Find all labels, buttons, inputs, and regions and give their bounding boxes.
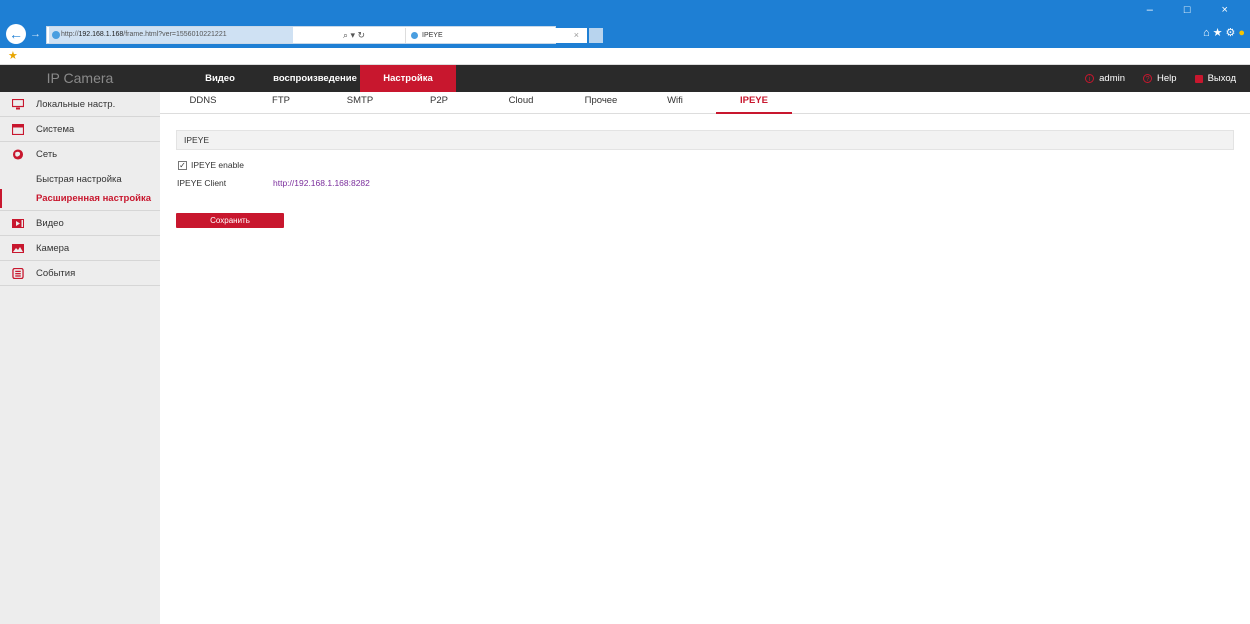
- settings-subtabs: DDNS FTP SMTP P2P Cloud Прочее Wifi IPEYE: [160, 92, 1250, 114]
- subtab-p2p[interactable]: P2P: [414, 92, 464, 114]
- ipeye-client-label: IPEYE Client: [177, 178, 227, 188]
- favorites-star-icon[interactable]: ★: [8, 49, 18, 62]
- ipeye-enable-row[interactable]: ✓ IPEYE enable: [178, 159, 244, 171]
- search-refresh-icon[interactable]: ⌕ ▾ ↻: [343, 27, 365, 43]
- browser-titlebar: ← → http://192.168.1.168/frame.html?ver=…: [0, 0, 1250, 48]
- user-bar: i admin ? Help Выход: [1067, 65, 1236, 92]
- app-header: IP Camera Видео воспроизведение Настройка …: [0, 65, 1250, 92]
- subtab-smtp[interactable]: SMTP: [335, 92, 385, 114]
- sidebar-item-events[interactable]: События: [0, 261, 160, 286]
- save-button[interactable]: Сохранить: [176, 213, 284, 228]
- user-icon: i: [1085, 74, 1095, 83]
- feedback-icon[interactable]: ●: [1238, 27, 1248, 39]
- monitor-icon: [12, 99, 24, 110]
- main-nav-item-1[interactable]: воспроизведение: [270, 65, 360, 92]
- sidebar: Локальные настр. Система Сеть Быстрая на…: [0, 92, 160, 624]
- subtab-прочее[interactable]: Прочее: [576, 92, 626, 114]
- sidebar-item-local[interactable]: Локальные настр.: [0, 92, 160, 117]
- browser-toolbar-icons[interactable]: ⌂★⚙●: [1203, 26, 1248, 39]
- browser-tab[interactable]: IPEYE ×: [405, 28, 587, 43]
- subtab-cloud[interactable]: Cloud: [496, 92, 546, 114]
- main-nav-item-2[interactable]: Настройка: [360, 65, 456, 92]
- video-icon: [12, 219, 24, 228]
- new-tab-button[interactable]: [589, 28, 603, 43]
- subtab-ipeye[interactable]: IPEYE: [716, 92, 792, 114]
- system-icon: [12, 124, 24, 135]
- sidebar-item-system[interactable]: Система: [0, 117, 160, 142]
- network-icon: [12, 149, 24, 160]
- tab-title: IPEYE: [422, 32, 443, 39]
- sidebar-item-network[interactable]: Сеть: [0, 142, 160, 167]
- subtab-ddns[interactable]: DDNS: [178, 92, 228, 114]
- subtab-wifi[interactable]: Wifi: [650, 92, 700, 114]
- camera-icon: [12, 244, 24, 253]
- help-icon: ?: [1143, 74, 1153, 83]
- ipeye-enable-label: IPEYE enable: [191, 160, 244, 170]
- window-controls[interactable]: – □ ×: [1147, 4, 1242, 16]
- ipeye-enable-checkbox[interactable]: ✓: [178, 160, 187, 170]
- panel-title: IPEYE: [176, 130, 1234, 150]
- events-icon: [12, 268, 24, 279]
- subtab-ftp[interactable]: FTP: [256, 92, 306, 114]
- address-bar[interactable]: http://192.168.1.168/frame.html?ver=1556…: [46, 26, 603, 44]
- address-url[interactable]: http://192.168.1.168/frame.html?ver=1556…: [49, 27, 293, 43]
- user-account[interactable]: i admin: [1085, 73, 1125, 84]
- sidebar-subitem-advanced-setup[interactable]: Расширенная настройка: [0, 189, 160, 208]
- tab-close-icon[interactable]: ×: [574, 28, 579, 43]
- back-button[interactable]: ←: [6, 24, 26, 44]
- favorites-bar: ★: [0, 48, 1250, 65]
- logout-icon: [1194, 74, 1203, 83]
- network-submenu: Быстрая настройка Расширенная настройка: [0, 167, 160, 211]
- main-nav: Видео воспроизведение Настройка: [170, 65, 456, 92]
- sidebar-item-camera[interactable]: Камера: [0, 236, 160, 261]
- forward-button[interactable]: →: [30, 26, 41, 42]
- main-nav-item-0[interactable]: Видео: [170, 65, 270, 92]
- logout-link[interactable]: Выход: [1194, 73, 1236, 84]
- sidebar-subitem-quick-setup[interactable]: Быстрая настройка: [0, 170, 160, 189]
- ipeye-client-link[interactable]: http://192.168.1.168:8282: [273, 178, 370, 188]
- site-favicon-icon: [52, 31, 60, 39]
- help-link[interactable]: ? Help: [1143, 73, 1177, 84]
- tab-favicon-icon: [411, 32, 418, 39]
- sidebar-item-video[interactable]: Видео: [0, 211, 160, 236]
- app-logo: IP Camera: [46, 70, 114, 86]
